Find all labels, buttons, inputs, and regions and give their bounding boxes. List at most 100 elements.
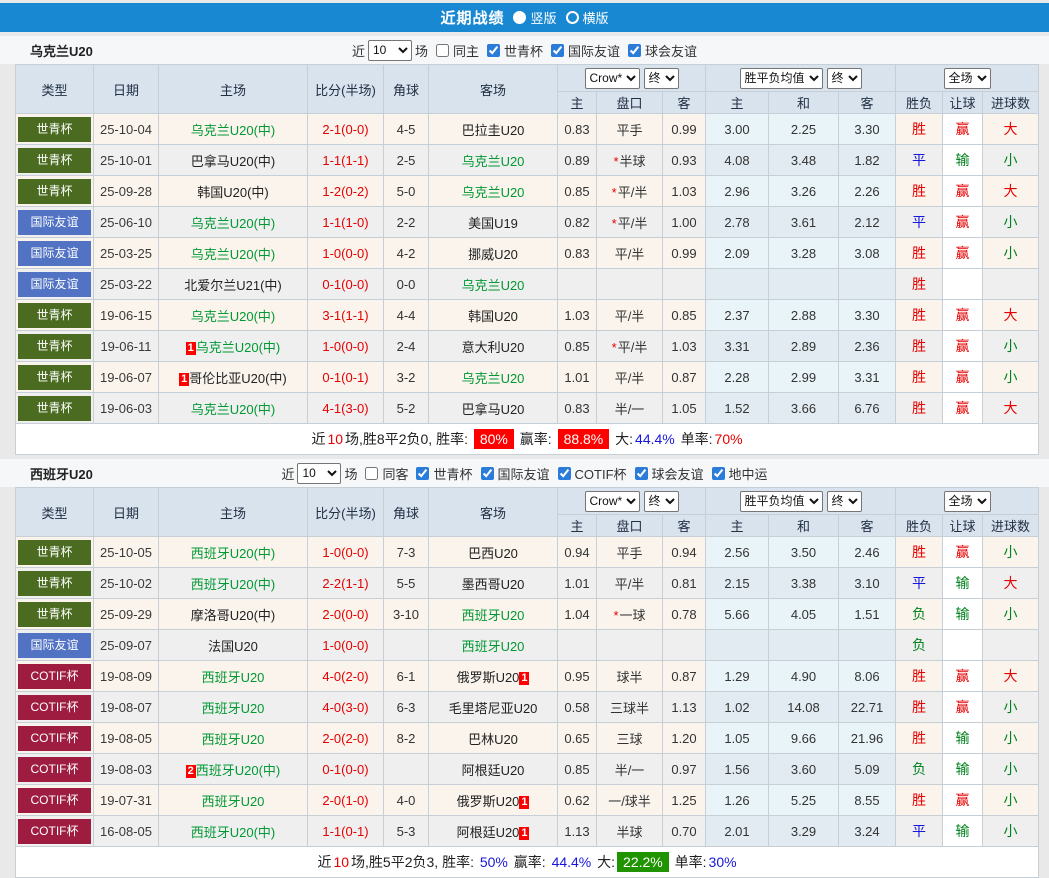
handicap-value: 半球 bbox=[620, 154, 646, 169]
layout-option-horizontal[interactable]: 横版 bbox=[566, 8, 609, 27]
home-team: 西班牙U20 bbox=[202, 701, 265, 716]
league-checkbox[interactable] bbox=[416, 467, 429, 480]
result-goals: 小 bbox=[983, 537, 1039, 568]
league-label: 地中运 bbox=[729, 464, 768, 483]
sub-column-header: 主 bbox=[706, 515, 769, 537]
odds-away: 0.87 bbox=[663, 362, 706, 393]
odds-handicap: 平/半 bbox=[597, 568, 663, 599]
mean-final-select[interactable]: 终 bbox=[827, 68, 862, 89]
result-handicap: 赢 bbox=[943, 207, 983, 238]
match-type-cell: 世青杯 bbox=[16, 537, 94, 568]
league-checkbox[interactable] bbox=[712, 467, 725, 480]
result-goals: 小 bbox=[983, 816, 1039, 847]
match-count-select[interactable]: 10 bbox=[368, 40, 412, 61]
competition-badge: 国际友谊 bbox=[18, 241, 91, 266]
odds-final-select[interactable]: 终 bbox=[644, 68, 679, 89]
mean-home: 4.08 bbox=[706, 145, 769, 176]
away-team-cell: 巴林U20 bbox=[429, 723, 558, 754]
home-team-cell: 西班牙U20(中) bbox=[159, 568, 308, 599]
competition-badge: 世青杯 bbox=[18, 334, 91, 359]
home-team: 西班牙U20(中) bbox=[191, 546, 276, 561]
red-card-badge: 2 bbox=[186, 765, 196, 778]
competition-badge: COTIF杯 bbox=[18, 695, 91, 720]
match-type-cell: 国际友谊 bbox=[16, 207, 94, 238]
league-label: 世青杯 bbox=[433, 464, 472, 483]
match-type-cell: 国际友谊 bbox=[16, 630, 94, 661]
away-team-cell: 毛里塔尼亚U20 bbox=[429, 692, 558, 723]
away-team: 巴林U20 bbox=[468, 732, 518, 747]
odds-source-select[interactable]: Crow* bbox=[585, 491, 640, 512]
odds-away: 0.94 bbox=[663, 537, 706, 568]
result-handicap: 赢 bbox=[943, 661, 983, 692]
home-team: 乌克兰U20(中) bbox=[191, 123, 276, 138]
odds-home: 1.04 bbox=[558, 599, 597, 630]
match-type-cell: COTIF杯 bbox=[16, 723, 94, 754]
odds-away: 0.70 bbox=[663, 816, 706, 847]
mean-source-select[interactable]: 胜平负均值 bbox=[740, 68, 823, 89]
odds-home: 1.01 bbox=[558, 362, 597, 393]
competition-badge: 世青杯 bbox=[18, 365, 91, 390]
mean-source-select[interactable]: 胜平负均值 bbox=[740, 491, 823, 512]
near-label: 近 bbox=[352, 41, 365, 60]
result-goals: 小 bbox=[983, 692, 1039, 723]
scope-select[interactable]: 全场 bbox=[944, 68, 991, 89]
match-type-cell: 世青杯 bbox=[16, 145, 94, 176]
league-checkbox[interactable] bbox=[558, 467, 571, 480]
summary-part: 近 bbox=[317, 854, 331, 870]
corner-score: 4-0 bbox=[384, 785, 429, 816]
league-checkbox[interactable] bbox=[635, 467, 648, 480]
match-type-cell: 世青杯 bbox=[16, 176, 94, 207]
odds-handicap: 一/球半 bbox=[597, 785, 663, 816]
odds-away: 1.20 bbox=[663, 723, 706, 754]
column-header: 主场 bbox=[159, 65, 308, 114]
match-count-select[interactable]: 10 bbox=[297, 463, 341, 484]
match-score: 2-0(2-0) bbox=[308, 723, 384, 754]
scope-select[interactable]: 全场 bbox=[944, 491, 991, 512]
home-team-cell: 乌克兰U20(中) bbox=[159, 393, 308, 424]
result-handicap: 输 bbox=[943, 754, 983, 785]
away-team-cell: 乌克兰U20 bbox=[429, 145, 558, 176]
odds-home: 1.01 bbox=[558, 568, 597, 599]
league-checkbox[interactable] bbox=[487, 44, 500, 57]
odds-final-select[interactable]: 终 bbox=[644, 491, 679, 512]
result-outcome: 胜 bbox=[896, 362, 943, 393]
result-outcome: 胜 bbox=[896, 393, 943, 424]
odds-header-controls: 全场 bbox=[896, 488, 1039, 515]
summary-part: 单率: bbox=[671, 854, 707, 870]
odds-home bbox=[558, 630, 597, 661]
mean-final-select[interactable]: 终 bbox=[827, 491, 862, 512]
odds-away: 0.99 bbox=[663, 114, 706, 145]
column-header: 比分(半场) bbox=[308, 488, 384, 537]
mean-away: 2.26 bbox=[839, 176, 896, 207]
home-team: 西班牙U20(中) bbox=[191, 577, 276, 592]
page-title: 近期战绩 bbox=[440, 7, 504, 28]
league-checkbox[interactable] bbox=[481, 467, 494, 480]
odds-source-select[interactable]: Crow* bbox=[585, 68, 640, 89]
home-team-cell: 2西班牙U20(中) bbox=[159, 754, 308, 785]
away-team: 韩国U20 bbox=[468, 309, 518, 324]
mean-draw: 3.60 bbox=[769, 754, 839, 785]
away-team: 美国U19 bbox=[468, 216, 518, 231]
competition-badge: 国际友谊 bbox=[18, 633, 91, 658]
home-team: 哥伦比亚U20(中) bbox=[189, 371, 287, 386]
match-date: 19-07-31 bbox=[94, 785, 159, 816]
match-date: 25-10-04 bbox=[94, 114, 159, 145]
league-checkbox[interactable] bbox=[628, 44, 641, 57]
match-date: 19-06-03 bbox=[94, 393, 159, 424]
mean-away: 2.12 bbox=[839, 207, 896, 238]
mean-draw bbox=[769, 630, 839, 661]
competition-badge: 世青杯 bbox=[18, 396, 91, 421]
match-score: 1-0(0-0) bbox=[308, 331, 384, 362]
away-team-cell: 墨西哥U20 bbox=[429, 568, 558, 599]
home-team-cell: 乌克兰U20(中) bbox=[159, 238, 308, 269]
match-row: 世青杯25-09-29摩洛哥U20(中)2-0(0-0)3-10西班牙U201.… bbox=[16, 599, 1039, 630]
match-type-cell: 世青杯 bbox=[16, 599, 94, 630]
result-outcome: 胜 bbox=[896, 661, 943, 692]
league-checkbox[interactable] bbox=[551, 44, 564, 57]
away-team: 西班牙U20 bbox=[462, 639, 525, 654]
sub-column-header: 胜负 bbox=[896, 515, 943, 537]
mean-home: 1.05 bbox=[706, 723, 769, 754]
layout-option-vertical[interactable]: 竖版 bbox=[513, 8, 556, 27]
same-venue-checkbox[interactable] bbox=[365, 467, 378, 480]
same-venue-checkbox[interactable] bbox=[436, 44, 449, 57]
